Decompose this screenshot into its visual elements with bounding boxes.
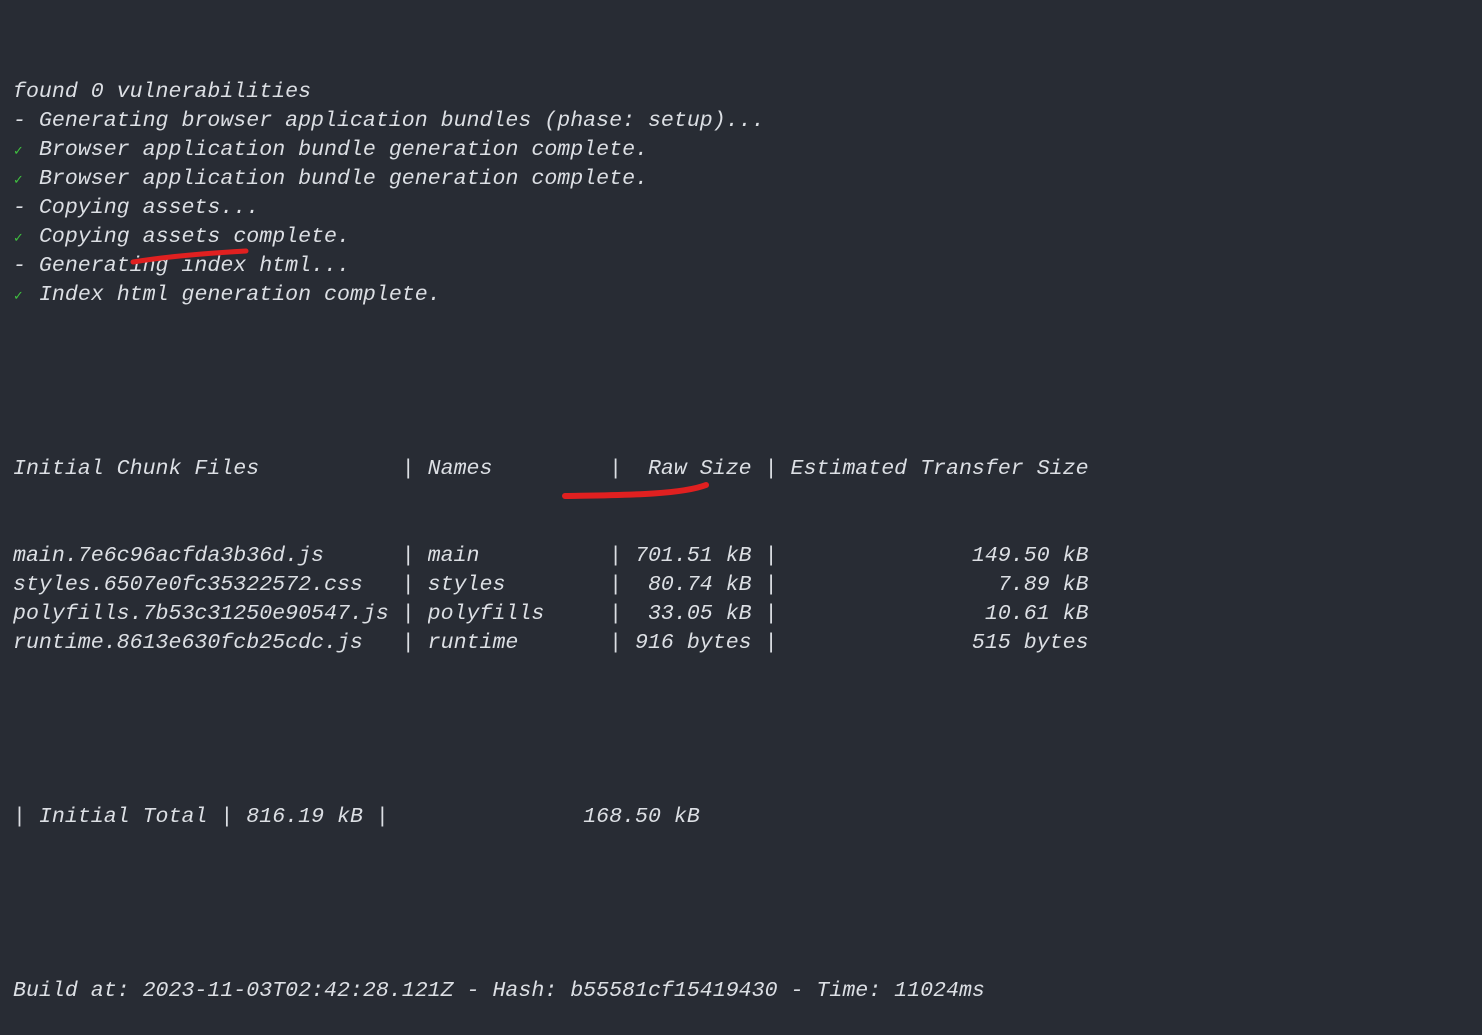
cell-raw-size: 33.05 kB xyxy=(647,602,752,626)
cell-transfer-size: 10.61 kB xyxy=(984,602,1089,626)
log-text: Copying assets... xyxy=(38,196,260,220)
table-row: styles.6507e0fc35322572.css | styles | 80.… xyxy=(13,571,1089,600)
log-text: found 0 vulnerabilities xyxy=(13,80,312,104)
log-line: - Copying assets... xyxy=(13,196,260,220)
log-line: - Generating index html... xyxy=(13,254,350,278)
checkmark-icon: ✓ xyxy=(13,173,24,188)
log-text: Generating browser application bundles (… xyxy=(38,109,765,133)
log-line: found 0 vulnerabilities xyxy=(13,78,1089,107)
cell-raw-size: 80.74 kB xyxy=(647,573,752,597)
cell-transfer-size: 149.50 kB xyxy=(971,544,1089,568)
build-log: found 0 vulnerabilities - Generating brow… xyxy=(13,78,1089,310)
table-header: Initial Chunk Files | Names | Raw Size | E… xyxy=(13,455,1089,484)
cell-raw-size: 701.51 kB xyxy=(635,544,752,568)
log-text: Browser application bundle generation co… xyxy=(38,167,649,191)
table-row: polyfills.7b53c31250e90547.js | polyfills… xyxy=(13,600,1089,629)
terminal-output: found 0 vulnerabilities - Generating brow… xyxy=(13,20,1089,1035)
log-line: ✓ Browser application bundle generation … xyxy=(13,165,1089,194)
cell-name: polyfills xyxy=(427,602,545,626)
total-row: | Initial Total | 816.19 kB | 168.50 kB xyxy=(13,803,1089,832)
log-line: ✓ Browser application bundle generation … xyxy=(13,136,1089,165)
checkmark-icon: ✓ xyxy=(13,144,24,159)
log-line: ✓ Index html generation complete. xyxy=(13,281,1089,310)
total-transfer: 168.50 kB xyxy=(583,805,700,829)
total-label: Initial Total xyxy=(38,805,208,829)
log-text: Generating index html... xyxy=(38,254,350,278)
checkmark-icon: ✓ xyxy=(13,289,24,304)
checkmark-icon: ✓ xyxy=(13,231,24,246)
log-text: Index html generation complete. xyxy=(38,283,441,307)
total-raw: 816.19 kB xyxy=(246,805,363,829)
cell-file: styles.6507e0fc35322572.css xyxy=(13,573,363,597)
header-transfer: Estimated Transfer Size xyxy=(790,457,1089,481)
cell-name: styles xyxy=(427,573,506,597)
table-row: runtime.8613e630fcb25cdc.js | runtime | 91… xyxy=(13,629,1089,658)
build-info: Build at: 2023-11-03T02:42:28.121Z - Has… xyxy=(13,979,985,1003)
cell-name: runtime xyxy=(427,631,519,655)
cell-name: main xyxy=(427,544,480,568)
cell-transfer-size: 515 bytes xyxy=(971,631,1089,655)
header-raw: Raw Size xyxy=(647,457,752,481)
table-row: main.7e6c96acfda3b36d.js | main | 701.51 k… xyxy=(13,542,1089,571)
cell-transfer-size: 7.89 kB xyxy=(997,573,1089,597)
header-files: Initial Chunk Files xyxy=(13,457,260,481)
log-text: Browser application bundle generation co… xyxy=(38,138,649,162)
header-names: Names xyxy=(427,457,493,481)
cell-raw-size: 916 bytes xyxy=(635,631,752,655)
log-line: ✓ Copying assets complete. xyxy=(13,223,1089,252)
log-text: Copying assets complete. xyxy=(38,225,350,249)
log-line: - Generating browser application bundles… xyxy=(13,109,765,133)
cell-file: polyfills.7b53c31250e90547.js xyxy=(13,602,389,626)
cell-file: runtime.8613e630fcb25cdc.js xyxy=(13,631,363,655)
cell-file: main.7e6c96acfda3b36d.js xyxy=(13,544,325,568)
